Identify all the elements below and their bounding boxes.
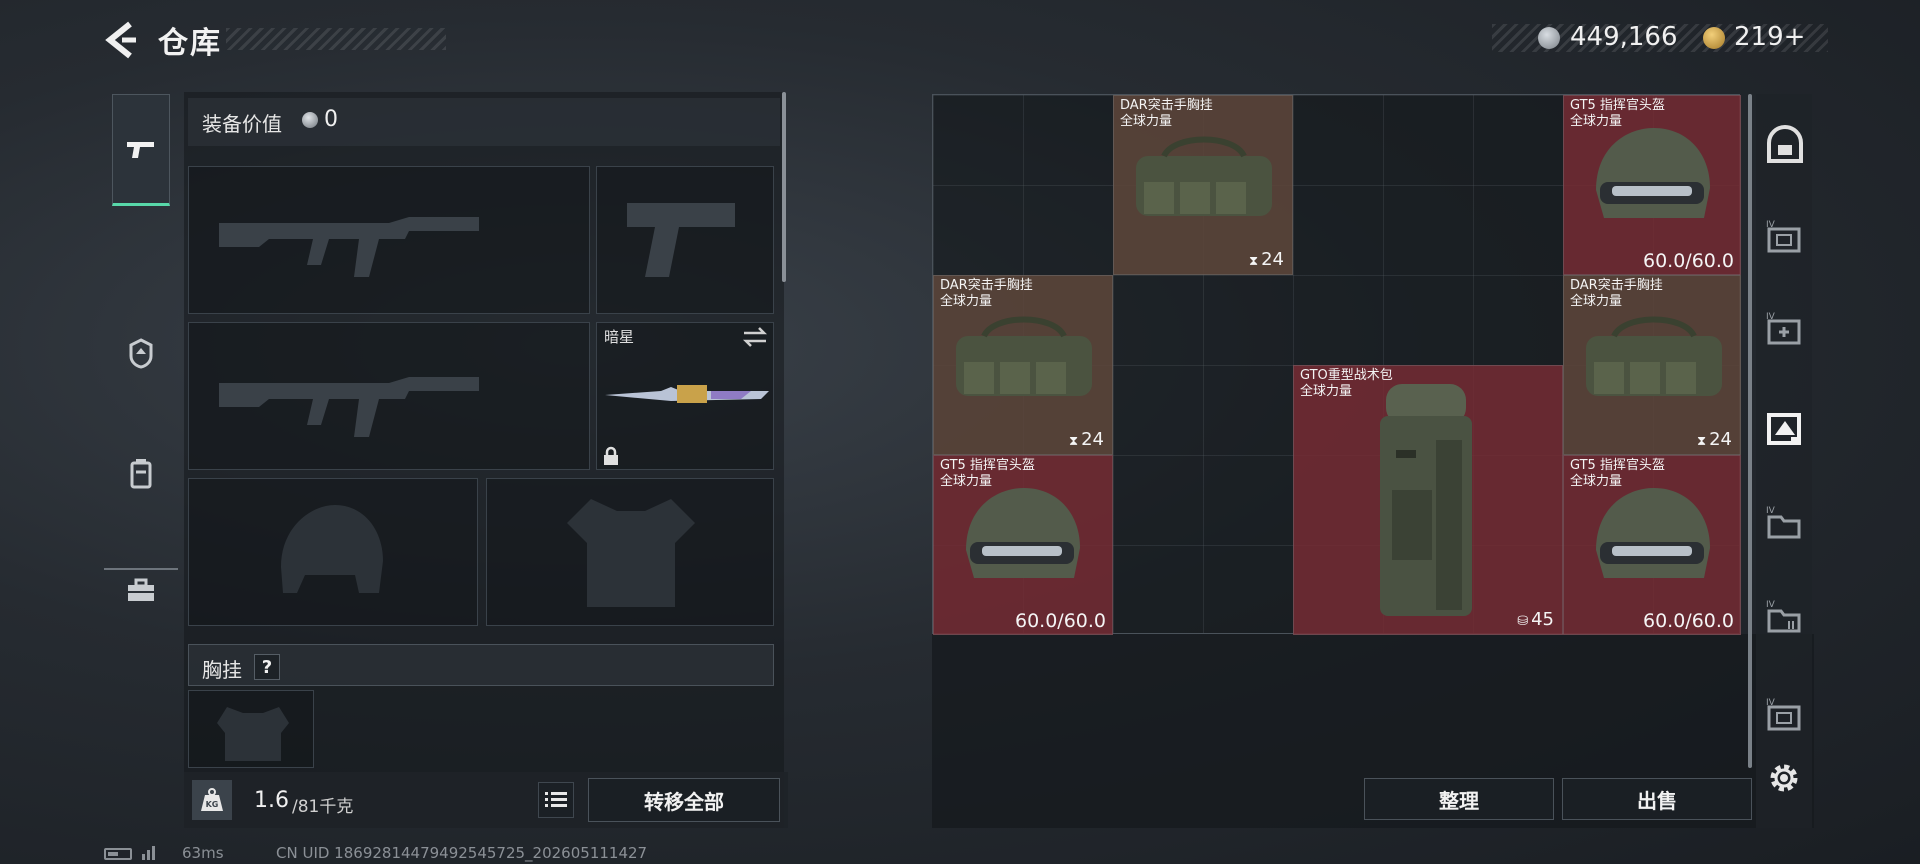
weight-max: /81千克 [292, 797, 354, 817]
helmet-icon [966, 488, 1080, 578]
tab-weapons[interactable] [112, 94, 170, 206]
stash-item[interactable]: GTO重型战术包 全球力量 ⛁ 45 [1293, 365, 1563, 635]
equipment-value-amount: 0 [324, 107, 338, 132]
tab-safe[interactable] [1762, 122, 1808, 168]
loadout-scrollbar[interactable] [782, 92, 786, 282]
weight-current: 1.6 [254, 788, 289, 813]
svg-text:KG: KG [206, 800, 219, 809]
tab-backpack[interactable] [112, 444, 170, 502]
sell-button[interactable]: 出售 [1562, 778, 1752, 820]
gear-icon[interactable] [1766, 760, 1802, 796]
backpack-icon [130, 459, 152, 489]
stash-item[interactable]: GT5 指挥官头盔 全球力量 60.0/60.0 [1563, 455, 1741, 635]
case-iv-add-icon: IV [1766, 312, 1801, 345]
transfer-all-button[interactable]: 转移全部 [588, 778, 780, 822]
rifle-silhouette-icon [219, 377, 479, 437]
weight-icon: KG [192, 780, 232, 820]
primary-weapon-slot[interactable] [188, 166, 590, 314]
ping-readout: 63ms [182, 844, 224, 862]
helmet-slot[interactable] [188, 478, 478, 626]
helmet-icon [1596, 488, 1710, 578]
rifle-silhouette-icon [219, 217, 479, 277]
body-armor-slot[interactable] [486, 478, 774, 626]
knife-icon [605, 385, 769, 403]
melee-weapon-name: 暗星 [604, 328, 635, 346]
primary-weapon-slot-2[interactable] [188, 322, 590, 470]
stash-item[interactable]: GT5 指挥官头盔 全球力量 60.0/60.0 [1563, 95, 1741, 275]
backpack-icon [1380, 384, 1472, 616]
item-name: GT5 指挥官头盔 [1570, 458, 1665, 473]
stash-item[interactable]: DAR突击手胸挂 全球力量 ⧗ 24 [933, 275, 1113, 455]
sort-button[interactable]: 整理 [1364, 778, 1554, 820]
item-name: GT5 指挥官头盔 [1570, 98, 1665, 113]
item-count: ⧗ 24 [1068, 429, 1104, 450]
item-durability: 60.0/60.0 [1642, 250, 1734, 272]
svg-text:IV: IV [1766, 600, 1776, 610]
stash-scrollbar[interactable] [1748, 94, 1752, 768]
item-count: ⧗ 24 [1696, 429, 1732, 450]
tab-case-1[interactable]: IV [1762, 214, 1808, 260]
page-title: 仓库 [158, 26, 222, 61]
coin-icon [1538, 27, 1560, 49]
item-count: ⧗ 24 [1248, 249, 1284, 270]
chest-rig-bag-icon [956, 316, 1092, 396]
signal-icon [142, 846, 155, 860]
chest-rig-bag-icon [1586, 316, 1722, 396]
item-name: GT5 指挥官头盔 [940, 458, 1035, 473]
case-iv-4-icon: IV [1766, 698, 1801, 731]
safe-tab-icon [1767, 125, 1803, 163]
battery-icon [104, 848, 132, 860]
item-durability: 60.0/60.0 [1642, 610, 1734, 632]
tab-operator[interactable] [112, 324, 170, 382]
item-faction: 全球力量 [1300, 384, 1353, 399]
equipment-value-label: 装备价值 [202, 112, 282, 136]
pistol-icon [127, 142, 154, 158]
tab-case-4[interactable]: IV [1762, 692, 1808, 738]
help-button[interactable]: ? [254, 654, 280, 680]
swap-icon[interactable] [742, 326, 768, 348]
case-selected-icon [1767, 413, 1801, 445]
case-iv-1-icon: IV [1766, 220, 1801, 253]
list-view-button[interactable] [538, 782, 574, 818]
gold-currency-icon [1703, 27, 1725, 49]
gold-amount[interactable]: 219+ [1734, 22, 1805, 52]
case-iv-3-icon: IV [1766, 600, 1801, 633]
chest-rig-slot[interactable] [188, 690, 314, 768]
user-uid: CN UID 1869281447949254572​5_20260511142… [276, 844, 648, 862]
secondary-weapon-slot[interactable] [596, 166, 774, 314]
coin-amount: 449,166 [1570, 22, 1678, 52]
svg-text:IV: IV [1766, 506, 1776, 516]
tab-case-selected[interactable] [1762, 406, 1808, 452]
stash-grid: DAR突击手胸挂 全球力量 ⧗ 24 GT5 指挥官头盔 全球力量 60.0/60.0… [932, 94, 1741, 635]
toolbox-icon [128, 578, 154, 601]
stash-item[interactable]: DAR突击手胸挂 全球力量 ⧗ 24 [1113, 95, 1293, 275]
pistol-silhouette-icon [627, 203, 735, 277]
item-name: DAR突击手胸挂 [940, 278, 1033, 293]
tab-case-add[interactable]: IV [1762, 306, 1808, 352]
tab-case-3[interactable]: IV [1762, 594, 1808, 640]
chest-rig-silhouette-icon [217, 707, 289, 761]
coin-icon [302, 112, 318, 128]
item-name: DAR突击手胸挂 [1570, 278, 1663, 293]
tab-toolbox[interactable] [112, 562, 170, 620]
item-count: ⛁ 45 [1517, 609, 1554, 630]
title-decoration [226, 28, 446, 50]
helmet-silhouette-icon [281, 505, 383, 593]
armor-silhouette-icon [567, 499, 695, 607]
case-iv-2-icon: IV [1766, 506, 1801, 539]
item-name: DAR突击手胸挂 [1120, 98, 1213, 113]
stash-item[interactable]: DAR突击手胸挂 全球力量 ⧗ 24 [1563, 275, 1741, 455]
tab-case-2[interactable]: IV [1762, 500, 1808, 546]
helmet-icon [1596, 128, 1710, 218]
item-durability: 60.0/60.0 [1014, 610, 1106, 632]
list-icon [545, 792, 567, 807]
lock-icon [604, 446, 618, 465]
back-icon[interactable] [100, 18, 144, 62]
stash-item[interactable]: GT5 指挥官头盔 全球力量 60.0/60.0 [933, 455, 1113, 635]
chest-rig-bag-icon [1136, 136, 1272, 216]
chest-rig-label: 胸挂 [202, 658, 242, 682]
loadout-tabs [104, 86, 178, 601]
operator-icon [129, 338, 153, 369]
